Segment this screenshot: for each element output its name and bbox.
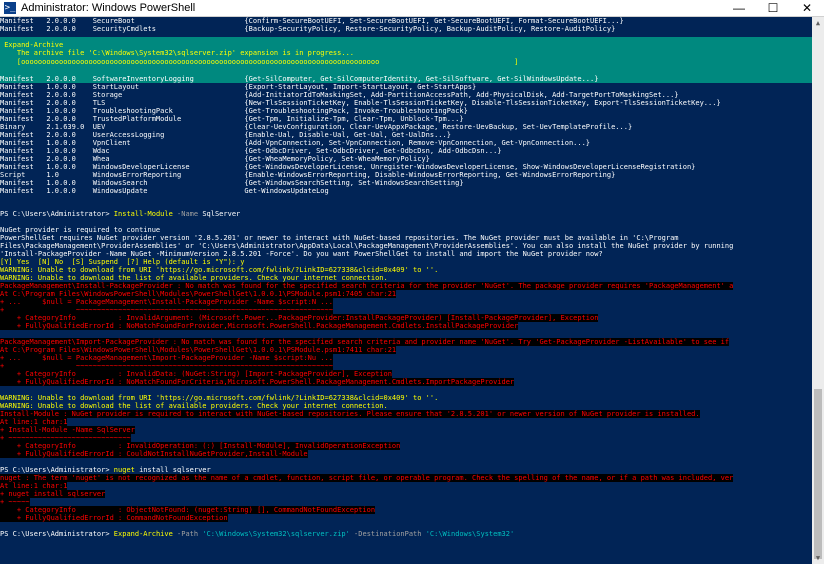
close-button[interactable]: ✕ bbox=[790, 0, 824, 16]
powershell-icon: >_ bbox=[4, 2, 16, 14]
error-line: + FullyQualifiedErrorId : CommandNotFoun… bbox=[0, 514, 228, 522]
error-line: + FullyQualifiedErrorId : CouldNotInstal… bbox=[0, 450, 308, 458]
error-line: + ~~~~~~~~~~~~~~~~~~~~~~~~~~~~~~~~~~~~~~… bbox=[0, 362, 333, 370]
error-line: nuget : The term 'nuget' is not recogniz… bbox=[0, 474, 734, 482]
error-line: + FullyQualifiedErrorId : NoMatchFoundFo… bbox=[0, 378, 515, 386]
error-line: PackageManagement\Import-PackageProvider… bbox=[0, 338, 730, 346]
command-argument: 'C:\Windows\System32\sqlserver.zip' bbox=[202, 530, 350, 538]
module-row: Manifest 1.0.0.0 WindowsUpdate Get-Windo… bbox=[0, 187, 329, 195]
title-bar: >_ Administrator: Windows PowerShell — ☐… bbox=[0, 0, 824, 17]
output-line: 'Install-PackageProvider -Name NuGet -Mi… bbox=[0, 250, 603, 258]
output-line: PowerShellGet requires NuGet provider ve… bbox=[0, 234, 679, 242]
console-output[interactable]: Manifest 2.0.0.0 SecureBoot {Confirm-Sec… bbox=[0, 17, 812, 557]
module-row: Manifest 2.0.0.0 TrustedPlatformModule {… bbox=[0, 115, 464, 123]
error-line: Install-Module : NuGet provider is requi… bbox=[0, 410, 700, 418]
error-line: At line:1 char:1 bbox=[0, 482, 68, 490]
command-argument: 'C:\Windows\System32' bbox=[425, 530, 515, 538]
error-line: + ... $null = PackageManagement\Install-… bbox=[0, 298, 333, 306]
progress-status: The archive file 'C:\Windows\System32\sq… bbox=[0, 49, 355, 57]
command-argument: install sqlserver bbox=[134, 466, 211, 474]
error-line: + FullyQualifiedErrorId : NoMatchFoundFo… bbox=[0, 322, 519, 330]
module-row: Manifest 1.0.0.0 WindowsDeveloperLicense… bbox=[0, 163, 696, 171]
error-line: + Install-Module -Name SqlServer bbox=[0, 426, 135, 434]
module-row: Binary 2.1.639.0 UEV {Clear-UevConfigura… bbox=[0, 123, 633, 131]
scrollbar-thumb[interactable] bbox=[814, 389, 822, 559]
warning-line: WARNING: Unable to download from URI 'ht… bbox=[0, 394, 439, 402]
prompt: PS C:\Users\Administrator> bbox=[0, 466, 114, 474]
module-row: Manifest 2.0.0.0 Whea {Get-WheaMemoryPol… bbox=[0, 155, 430, 163]
command-line: PS C:\Users\Administrator> Expand-Archiv… bbox=[0, 530, 514, 538]
warning-line: WARNING: Unable to download from URI 'ht… bbox=[0, 266, 439, 274]
module-row: Manifest 1.0.0.0 TroubleshootingPack {Ge… bbox=[0, 107, 468, 115]
minimize-button[interactable]: — bbox=[722, 0, 756, 16]
error-line: + ~~~~~~~~~~~~~~~~~~~~~~~~~~~~~~~~~~~~~~… bbox=[0, 306, 333, 314]
progress-bar: [ooooooooooooooooooooooooooooooooooooooo… bbox=[0, 58, 519, 66]
command-parameter: -Path bbox=[172, 530, 203, 538]
error-line: At C:\Program Files\WindowsPowerShell\Mo… bbox=[0, 290, 397, 298]
error-line: At C:\Program Files\WindowsPowerShell\Mo… bbox=[0, 346, 397, 354]
module-row: Manifest 1.0.0.0 WindowsSearch {Get-Wind… bbox=[0, 179, 464, 187]
choice-prompt: [Y] Yes [N] No [S] Suspend [?] Help (def… bbox=[0, 258, 245, 266]
error-line: + ~~~~~~~~~~~~~~~~~~~~~~~~~~~~~ bbox=[0, 434, 131, 442]
error-line: PackageManagement\Install-PackageProvide… bbox=[0, 282, 734, 290]
warning-line: WARNING: Unable to download the list of … bbox=[0, 402, 388, 410]
error-line: + nuget install sqlserver bbox=[0, 490, 106, 498]
command-name: Install-Module bbox=[113, 210, 173, 218]
module-row: Manifest 2.0.0.0 UserAccessLogging {Enab… bbox=[0, 131, 451, 139]
command-parameter: -DestinationPath bbox=[349, 530, 426, 538]
warning-line: WARNING: Unable to download the list of … bbox=[0, 274, 388, 282]
module-row: Manifest 2.0.0.0 TLS {New-TlsSessionTick… bbox=[0, 99, 721, 107]
error-line: + CategoryInfo : ObjectNotFound: (nuget:… bbox=[0, 506, 376, 514]
output-line: NuGet provider is required to continue bbox=[0, 226, 161, 234]
command-name: nuget bbox=[113, 466, 135, 474]
module-row: Manifest 1.0.0.0 VpnClient {Add-VpnConne… bbox=[0, 139, 591, 147]
scroll-up-arrow-icon[interactable]: ▲ bbox=[812, 17, 824, 29]
module-row: Manifest 2.0.0.0 SoftwareInventoryLoggin… bbox=[0, 75, 599, 83]
error-line: + CategoryInfo : InvalidArgument: (Micro… bbox=[0, 314, 599, 322]
module-row: Script 1.0 WindowsErrorReporting {Enable… bbox=[0, 171, 616, 179]
command-line: PS C:\Users\Administrator> Install-Modul… bbox=[0, 210, 240, 218]
command-line: PS C:\Users\Administrator> nuget install… bbox=[0, 466, 211, 474]
window-title: Administrator: Windows PowerShell bbox=[21, 2, 196, 14]
module-row: Manifest 1.0.0.0 Wdac {Get-OdbcDriver, S… bbox=[0, 147, 502, 155]
command-parameter: -Name bbox=[172, 210, 203, 218]
maximize-button[interactable]: ☐ bbox=[756, 0, 790, 16]
command-argument: SqlServer bbox=[202, 210, 241, 218]
scroll-down-arrow-icon[interactable]: ▼ bbox=[812, 552, 824, 564]
prompt: PS C:\Users\Administrator> bbox=[0, 530, 114, 538]
error-line: + ~~~~~ bbox=[0, 498, 30, 506]
output-line: Files\PackageManagement\ProviderAssembli… bbox=[0, 242, 734, 250]
error-line: + ... $null = PackageManagement\Import-P… bbox=[0, 354, 333, 362]
error-line: + CategoryInfo : InvalidData: (NuGet:Str… bbox=[0, 370, 392, 378]
error-line: At line:1 char:1 bbox=[0, 418, 68, 426]
vertical-scrollbar[interactable]: ▲ ▼ bbox=[812, 17, 824, 564]
command-name: Expand-Archive bbox=[113, 530, 173, 538]
progress-activity: Expand-Archive bbox=[0, 41, 64, 49]
module-row: Manifest 2.0.0.0 SecurityCmdlets {Backup… bbox=[0, 25, 616, 33]
module-row: Manifest 1.0.0.0 StartLayout {Export-Sta… bbox=[0, 83, 477, 91]
console-bottom-margin bbox=[0, 557, 812, 564]
prompt: PS C:\Users\Administrator> bbox=[0, 210, 114, 218]
error-line: + CategoryInfo : InvalidOperation: (:) [… bbox=[0, 442, 401, 450]
module-row: Manifest 2.0.0.0 SecureBoot {Confirm-Sec… bbox=[0, 17, 624, 25]
module-row: Manifest 2.0.0.0 Storage {Add-InitiatorI… bbox=[0, 91, 679, 99]
